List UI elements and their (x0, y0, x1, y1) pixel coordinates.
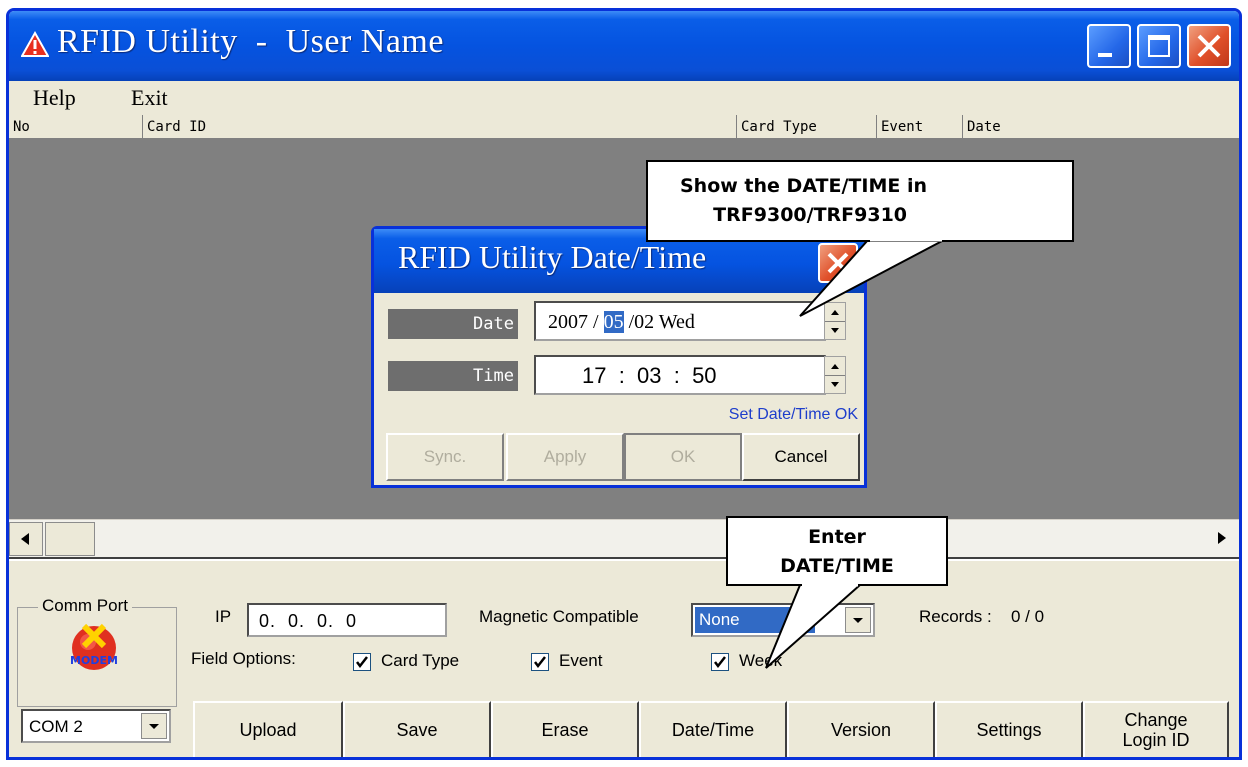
callout-pointer-covers-2 (802, 583, 858, 587)
